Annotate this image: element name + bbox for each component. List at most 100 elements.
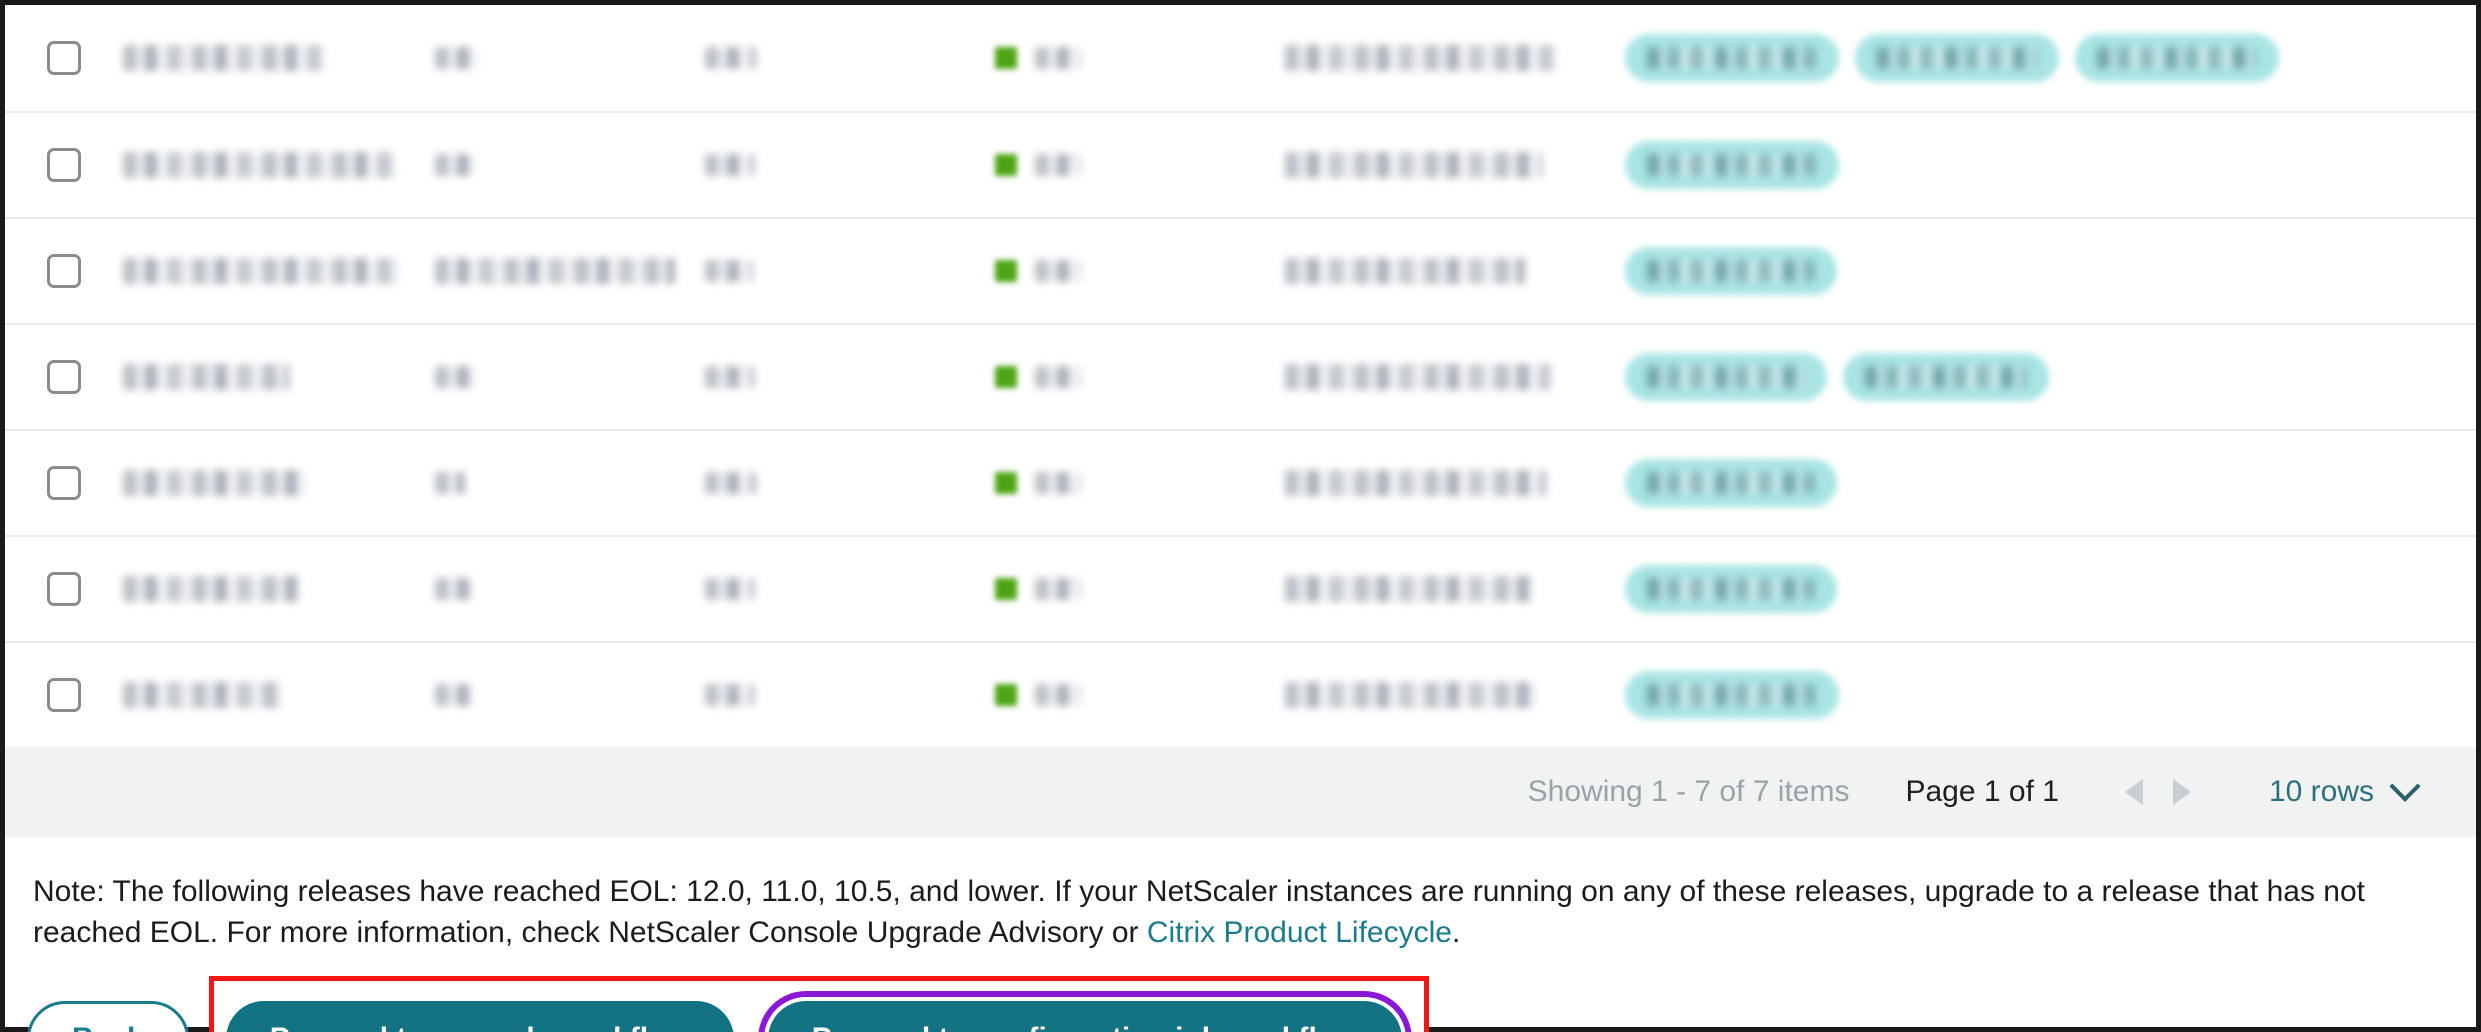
cell-instance-name bbox=[123, 113, 435, 217]
redacted-text bbox=[123, 470, 307, 496]
tag-badge[interactable] bbox=[1625, 34, 1839, 82]
redacted-text bbox=[435, 258, 675, 284]
row-select-cell[interactable] bbox=[5, 537, 123, 641]
cell-version bbox=[705, 5, 995, 111]
pagination-showing-label: Showing 1 - 7 of 7 items bbox=[1527, 775, 1850, 808]
row-checkbox[interactable] bbox=[47, 41, 81, 75]
tag-badge[interactable] bbox=[1855, 34, 2059, 82]
cell-version bbox=[705, 537, 995, 641]
highlight-box-red: Proceed to upgrade workflow Proceed to c… bbox=[208, 975, 1430, 1032]
cell-state bbox=[995, 537, 1285, 641]
rows-per-page-label: 10 rows bbox=[2268, 775, 2374, 808]
note-text-end: . bbox=[1451, 916, 1461, 950]
proceed-to-upgrade-workflow-button[interactable]: Proceed to upgrade workflow bbox=[225, 1000, 734, 1032]
row-select-cell[interactable] bbox=[5, 325, 123, 429]
row-select-cell[interactable] bbox=[5, 219, 123, 323]
cell-model bbox=[1285, 431, 1625, 535]
cell-instance-name bbox=[123, 325, 435, 429]
row-checkbox[interactable] bbox=[47, 678, 81, 712]
footer-actions: Back Proceed to upgrade workflow Proceed… bbox=[5, 954, 2476, 1032]
cell-instance-name bbox=[123, 431, 435, 535]
table-row[interactable] bbox=[5, 535, 2476, 641]
redacted-text bbox=[123, 258, 399, 284]
status-up-icon bbox=[995, 154, 1017, 176]
cell-tags bbox=[1625, 431, 2476, 535]
table-row[interactable] bbox=[5, 429, 2476, 535]
tag-badge[interactable] bbox=[1843, 353, 2049, 401]
tag-badge[interactable] bbox=[1625, 671, 1839, 719]
proceed-to-configuration-job-workflow-button[interactable]: Proceed to configuration job workflow bbox=[767, 1000, 1403, 1032]
table-row[interactable] bbox=[5, 641, 2476, 747]
rows-per-page-select[interactable]: 10 rows bbox=[2268, 770, 2421, 809]
cell-tags bbox=[1625, 643, 2476, 747]
redacted-text bbox=[1285, 470, 1547, 496]
cell-model bbox=[1285, 219, 1625, 323]
tag-badge[interactable] bbox=[2075, 34, 2279, 82]
instance-selection-panel: Showing 1 - 7 of 7 items Page 1 of 1 10 … bbox=[0, 0, 2481, 1032]
cell-host-name bbox=[435, 219, 705, 323]
row-checkbox[interactable] bbox=[47, 572, 81, 606]
tag-badge[interactable] bbox=[1625, 459, 1837, 507]
table-row[interactable] bbox=[5, 111, 2476, 217]
redacted-text bbox=[123, 682, 281, 708]
redacted-text bbox=[435, 47, 477, 69]
row-select-cell[interactable] bbox=[5, 431, 123, 535]
redacted-text bbox=[435, 366, 475, 388]
redacted-text bbox=[435, 684, 473, 706]
row-select-cell[interactable] bbox=[5, 113, 123, 217]
eol-note: Note: The following releases have reache… bbox=[5, 837, 2405, 954]
redacted-text bbox=[123, 576, 299, 602]
redacted-text bbox=[435, 578, 473, 600]
redacted-text bbox=[1285, 45, 1555, 71]
chevron-left-icon[interactable] bbox=[2124, 779, 2143, 805]
row-checkbox[interactable] bbox=[47, 148, 81, 182]
cell-version bbox=[705, 431, 995, 535]
redacted-text bbox=[705, 47, 757, 69]
table-row[interactable] bbox=[5, 217, 2476, 323]
cell-tags bbox=[1625, 219, 2476, 323]
redacted-text bbox=[1285, 682, 1537, 708]
cell-host-name bbox=[435, 5, 705, 111]
redacted-text bbox=[1285, 576, 1533, 602]
cell-model bbox=[1285, 537, 1625, 641]
redacted-text bbox=[1035, 472, 1081, 494]
cell-model bbox=[1285, 643, 1625, 747]
row-select-cell[interactable] bbox=[5, 5, 123, 111]
redacted-text bbox=[123, 45, 323, 71]
tag-badge[interactable] bbox=[1625, 353, 1827, 401]
status-up-icon bbox=[995, 578, 1017, 600]
citrix-product-lifecycle-link[interactable]: Citrix Product Lifecycle bbox=[1147, 916, 1452, 949]
cell-tags bbox=[1625, 537, 2476, 641]
row-select-cell[interactable] bbox=[5, 643, 123, 747]
redacted-text bbox=[1035, 684, 1081, 706]
redacted-text bbox=[1285, 364, 1551, 390]
status-up-icon bbox=[995, 472, 1017, 494]
chevron-down-icon[interactable] bbox=[2389, 770, 2421, 802]
cell-state bbox=[995, 5, 1285, 111]
tag-badge[interactable] bbox=[1625, 247, 1837, 295]
cell-tags bbox=[1625, 5, 2476, 111]
cell-tags bbox=[1625, 325, 2476, 429]
cell-state bbox=[995, 113, 1285, 217]
redacted-text bbox=[123, 152, 395, 178]
table-row[interactable] bbox=[5, 5, 2476, 111]
cell-host-name bbox=[435, 431, 705, 535]
pagination-bar: Showing 1 - 7 of 7 items Page 1 of 1 10 … bbox=[5, 747, 2476, 837]
row-checkbox[interactable] bbox=[47, 360, 81, 394]
redacted-text bbox=[705, 260, 753, 282]
cell-state bbox=[995, 643, 1285, 747]
cell-host-name bbox=[435, 643, 705, 747]
pagination-arrows bbox=[2124, 779, 2191, 805]
tag-badge[interactable] bbox=[1625, 565, 1837, 613]
chevron-right-icon[interactable] bbox=[2172, 779, 2191, 805]
status-up-icon bbox=[995, 366, 1017, 388]
tag-badge[interactable] bbox=[1625, 141, 1839, 189]
cell-host-name bbox=[435, 537, 705, 641]
row-checkbox[interactable] bbox=[47, 254, 81, 288]
row-checkbox[interactable] bbox=[47, 466, 81, 500]
redacted-text bbox=[705, 472, 757, 494]
table-row[interactable] bbox=[5, 323, 2476, 429]
back-button[interactable]: Back bbox=[27, 1000, 189, 1032]
pagination-page-label: Page 1 of 1 bbox=[1905, 775, 2059, 808]
cell-host-name bbox=[435, 113, 705, 217]
